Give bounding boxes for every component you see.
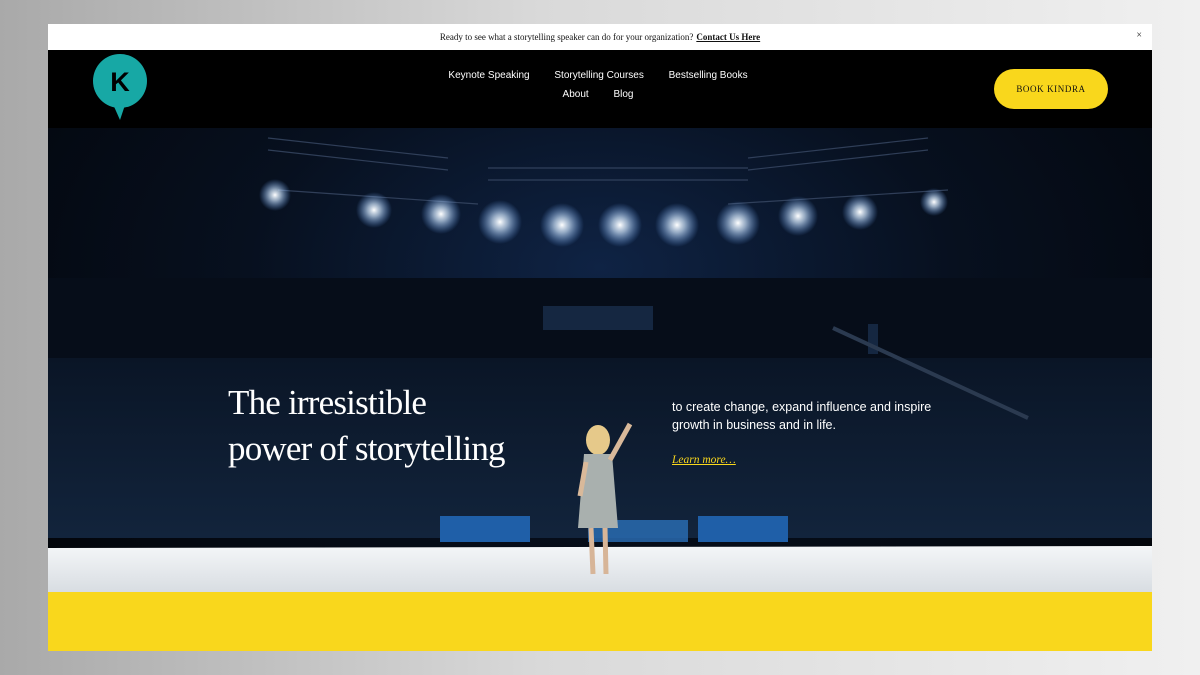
logo[interactable]: K	[92, 54, 150, 122]
headline-line-2: power of storytelling	[228, 429, 506, 468]
book-kindra-button[interactable]: BOOK KINDRA	[994, 69, 1108, 109]
announcement-text: Ready to see what a storytelling speaker…	[439, 32, 694, 42]
headline-line-1: The irresistible	[228, 383, 427, 422]
nav-bestselling-books[interactable]: Bestselling Books	[669, 70, 748, 81]
hero-subtext: to create change, expand influence and i…	[672, 400, 932, 432]
nav-blog[interactable]: Blog	[613, 89, 633, 100]
close-icon[interactable]: ×	[1136, 30, 1142, 41]
yellow-section-band	[48, 592, 1152, 651]
nav-keynote-speaking[interactable]: Keynote Speaking	[448, 70, 529, 81]
hero-headline: The irresistible power of storytelling	[228, 380, 506, 472]
nav-storytelling-courses[interactable]: Storytelling Courses	[554, 70, 643, 81]
announcement-bar: Ready to see what a storytelling speaker…	[48, 24, 1152, 50]
logo-letter: K	[110, 67, 130, 97]
hero-stage-image	[48, 137, 1152, 592]
contact-us-link[interactable]: Contact Us Here	[696, 32, 760, 42]
site-header: K Keynote Speaking Storytelling Courses …	[48, 50, 1152, 128]
nav-about[interactable]: About	[563, 89, 589, 100]
hero-section: The irresistible power of storytelling t…	[48, 128, 1152, 592]
learn-more-link[interactable]: Learn more…	[672, 454, 736, 466]
main-nav: Keynote Speaking Storytelling Courses Be…	[428, 66, 768, 104]
browser-page: Ready to see what a storytelling speaker…	[48, 24, 1152, 651]
